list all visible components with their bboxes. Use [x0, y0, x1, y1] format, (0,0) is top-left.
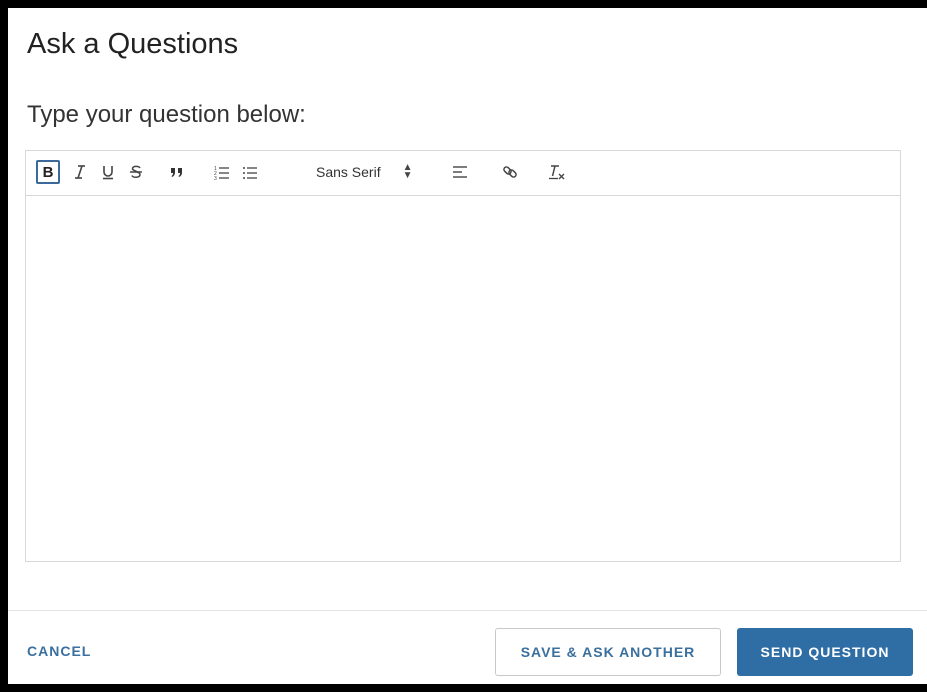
send-question-button[interactable]: SEND QUESTION	[737, 628, 913, 676]
bold-button[interactable]: B	[36, 160, 60, 184]
rich-text-editor: B 123 Sans Serif ▲ ▼	[25, 150, 901, 562]
dialog-title: Ask a Questions	[27, 28, 239, 60]
bullet-list-button[interactable]	[240, 161, 260, 183]
ask-question-dialog: Ask a Questions Type your question below…	[8, 8, 927, 684]
underline-icon	[103, 166, 113, 180]
strike-button[interactable]	[126, 161, 146, 183]
dialog-footer: CANCEL SAVE & ASK ANOTHER SEND QUESTION	[8, 610, 927, 684]
link-icon	[503, 166, 517, 178]
italic-button[interactable]	[70, 161, 90, 183]
editor-toolbar: B 123 Sans Serif ▲ ▼	[26, 151, 900, 196]
save-and-ask-another-button[interactable]: SAVE & ASK ANOTHER	[495, 628, 721, 676]
strike-icon	[130, 165, 142, 178]
select-arrows-icon: ▲ ▼	[402, 162, 413, 181]
svg-text:3: 3	[214, 176, 217, 180]
clear-format-button[interactable]	[546, 161, 568, 183]
align-button[interactable]	[450, 161, 470, 183]
font-select-value: Sans Serif	[316, 164, 381, 180]
question-text-area[interactable]	[26, 196, 900, 561]
ordered-list-button[interactable]: 123	[212, 161, 232, 183]
align-icon	[453, 166, 467, 178]
italic-icon	[75, 165, 85, 179]
blockquote-button[interactable]	[166, 161, 188, 183]
ordered-list-icon: 123	[214, 166, 229, 180]
font-family-select[interactable]: Sans Serif ▲ ▼	[316, 161, 436, 183]
blockquote-icon	[171, 168, 182, 177]
bullet-list-icon	[243, 167, 257, 179]
question-prompt: Type your question below:	[27, 101, 306, 128]
clear-format-icon	[549, 165, 565, 180]
bold-icon: B	[42, 163, 54, 181]
link-button[interactable]	[500, 161, 520, 183]
underline-button[interactable]	[98, 161, 118, 183]
cancel-button[interactable]: CANCEL	[27, 636, 91, 666]
